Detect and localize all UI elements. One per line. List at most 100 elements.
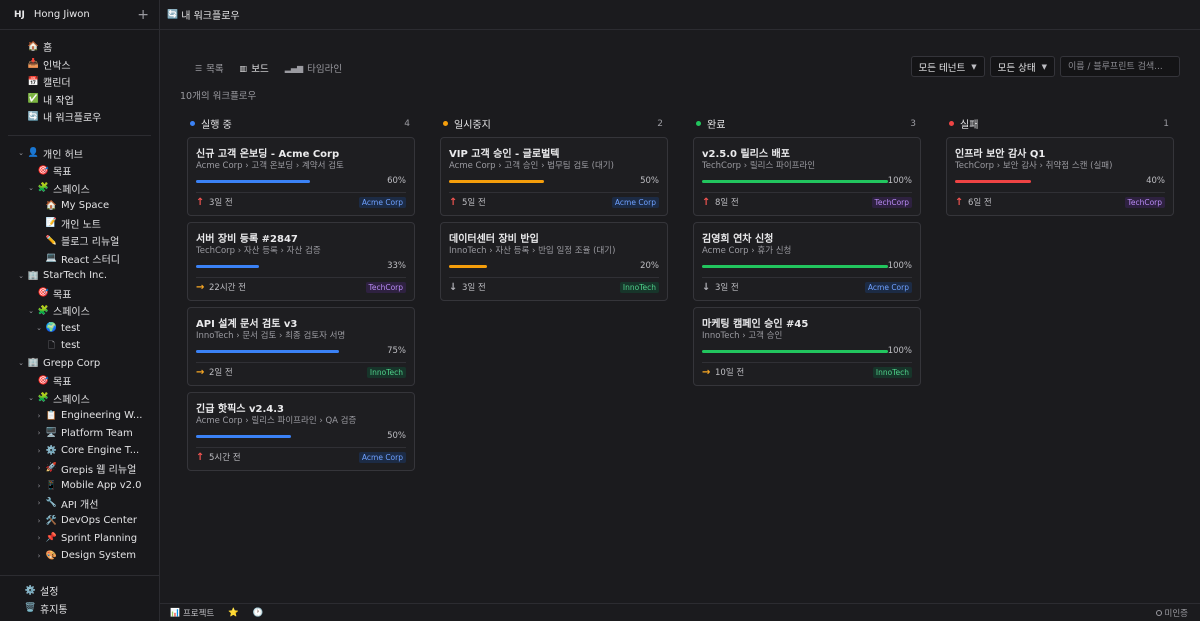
user-icon: 👤 (27, 148, 40, 159)
tree-item-doc[interactable]: 🗋 test (0, 337, 159, 355)
tree-item-space[interactable]: ⌄ 🌍 test (0, 320, 159, 338)
progress-bar (196, 264, 386, 268)
workspace-header[interactable]: HJ Hong Jiwon + (0, 0, 159, 30)
board-column: 일시중지 2 VIP 고객 승인 - 글로벌텍 Acme Corp › 고객 승인 ›… (440, 116, 668, 477)
chevron-right-icon[interactable]: › (35, 499, 43, 507)
chevron-right-icon[interactable]: › (35, 517, 43, 525)
nav-item-label: 인박스 (43, 60, 71, 72)
workflow-card[interactable]: 인프라 보안 감사 Q1 TechCorp › 보안 감사 › 취약점 스캔 (실… (946, 137, 1174, 216)
search-input[interactable] (1060, 56, 1180, 77)
divider (702, 362, 912, 363)
tree-item-space[interactable]: › 🛠️ DevOps Center (0, 512, 159, 530)
tree-item-space[interactable]: › ⚙️ Core Engine T... (0, 442, 159, 460)
card-time: 5시간 전 (209, 453, 241, 463)
tab-list[interactable]: ☰ 목록 (189, 59, 230, 77)
plus-icon[interactable]: + (137, 8, 149, 22)
chevron-right-icon[interactable]: › (35, 482, 43, 490)
chevron-right-icon[interactable]: › (35, 464, 43, 472)
workflow-card[interactable]: API 설계 문서 검토 v3 InnoTech › 문서 검토 › 최종 검토자… (187, 307, 415, 386)
tree-item-space[interactable]: › 🔧 API 개선 (0, 495, 159, 513)
tab-timeline[interactable]: ▂▄▆ 타임라인 (279, 59, 348, 77)
tree-item-space[interactable]: › 🚀 Grepis 웹 리뉴얼 (0, 460, 159, 478)
workflow-card[interactable]: VIP 고객 승인 - 글로벌텍 Acme Corp › 고객 승인 › 법무팀 … (440, 137, 668, 216)
chevron-down-icon[interactable]: ⌄ (27, 394, 35, 402)
tree-item-goals[interactable]: 🎯 목표 (0, 285, 159, 303)
tree-item-space[interactable]: › 📱 Mobile App v2.0 (0, 477, 159, 495)
workflow-card[interactable]: 긴급 핫픽스 v2.4.3 Acme Corp › 릴리스 파이프라인 › QA … (187, 392, 415, 471)
nav-item-trash[interactable]: 🗑️ 휴지통 (0, 600, 159, 618)
tree-item-space[interactable]: 🏠 My Space (0, 197, 159, 215)
card-time: 8일 전 (715, 198, 739, 208)
workflow-card[interactable]: v2.5.0 릴리스 배포 TechCorp › 릴리스 파이프라인 100% ↑ 8일… (693, 137, 921, 216)
tree-item-space[interactable]: › 🖥️ Platform Team (0, 425, 159, 443)
main-content: ☰목록 ▥보드 ▂▄▆타임라인 모든 테넌트▼ 모든 상태▼ 10개의 워크플로… (160, 31, 1200, 603)
column-header: 실패 1 (946, 116, 1174, 131)
tree-item-space[interactable]: › 🎨 Design System (0, 547, 159, 565)
progress-fill (955, 179, 1031, 183)
chevron-right-icon[interactable]: › (35, 429, 43, 437)
tenant-tag: TechCorp (1124, 196, 1165, 208)
progress-bar (702, 179, 888, 183)
tab-board[interactable]: ▥ 보드 (234, 59, 275, 77)
chevron-down-icon[interactable]: ⌄ (17, 359, 25, 367)
progress-bar (449, 179, 639, 183)
nav-item-home[interactable]: 🏠 홈 (0, 38, 159, 56)
tree-item-space[interactable]: › 📋 Engineering W... (0, 407, 159, 425)
tree-item-spaces[interactable]: ⌄ 🧩 스페이스 (0, 180, 159, 198)
priority-arrow-icon: ↑ (955, 196, 964, 208)
nav-item-settings[interactable]: ⚙️ 설정 (0, 582, 159, 600)
star-icon[interactable]: ⭐ (228, 608, 239, 618)
tree-item-grepp[interactable]: ⌄ 🏢 Grepp Corp (0, 355, 159, 373)
tree-item-goals[interactable]: 🎯 목표 (0, 372, 159, 390)
column-count: 3 (910, 118, 916, 129)
nav-item-my-workflows[interactable]: 🔄 내 워크플로우 (0, 108, 159, 126)
tree-item-space[interactable]: 📝 개인 노트 (0, 215, 159, 233)
workflow-card[interactable]: 신규 고객 온보딩 - Acme Corp Acme Corp › 고객 온보딩 … (187, 137, 415, 216)
nav-item-my-tasks[interactable]: ✅ 내 작업 (0, 91, 159, 109)
refresh-icon: 🔄 (167, 9, 179, 20)
chevron-down-icon[interactable]: ⌄ (17, 272, 25, 280)
tree-item-personal-hub[interactable]: ⌄ 👤 개인 허브 (0, 145, 159, 163)
chevron-down-icon[interactable]: ⌄ (27, 184, 35, 192)
nav-item-label: 내 작업 (43, 95, 74, 107)
nav-item-inbox[interactable]: 📥 인박스 (0, 56, 159, 74)
workflow-card[interactable]: 데이터센터 장비 반입 InnoTech › 자산 등록 › 반입 일정 조율 (… (440, 222, 668, 301)
priority-arrow-icon: → (702, 366, 711, 378)
chevron-right-icon[interactable]: › (35, 534, 43, 542)
column-title: 실행 중 (201, 120, 232, 131)
workspace-name[interactable]: Hong Jiwon (34, 9, 137, 20)
calendar-icon: 📅 (27, 76, 40, 87)
nav-item-calendar[interactable]: 📅 캘린더 (0, 73, 159, 91)
progress-percent: 40% (1146, 176, 1165, 186)
progress-percent: 100% (887, 261, 912, 271)
card-breadcrumb: Acme Corp › 릴리스 파이프라인 › QA 검증 (196, 416, 357, 426)
chevron-down-icon[interactable]: ⌄ (35, 324, 43, 332)
tenant-tag: InnoTech (872, 366, 912, 378)
main-nav: 🏠 홈 📥 인박스 📅 캘린더 ✅ 내 작업 🔄 내 워크플로우 (0, 30, 159, 126)
chevron-right-icon[interactable]: › (35, 412, 43, 420)
tree-item-startech[interactable]: ⌄ 🏢 StarTech Inc. (0, 267, 159, 285)
progress-percent: 100% (887, 176, 912, 186)
chevron-down-icon[interactable]: ⌄ (17, 149, 25, 157)
priority-arrow-icon: ↑ (449, 196, 458, 208)
workflow-card[interactable]: 서버 장비 등록 #2847 TechCorp › 자산 등록 › 자산 검증 33… (187, 222, 415, 301)
tenant-select[interactable]: 모든 테넌트 ▼ (910, 56, 985, 77)
tree-item-spaces[interactable]: ⌄ 🧩 스페이스 (0, 302, 159, 320)
chevron-down-icon[interactable]: ⌄ (27, 307, 35, 315)
projects-button[interactable]: 📊 프로젝트 (170, 607, 214, 619)
workflow-card[interactable]: 마케팅 캠페인 승인 #45 InnoTech › 고객 승인 100% → 10일 전… (693, 307, 921, 386)
clock-icon[interactable]: 🕐 (253, 608, 264, 618)
chevron-right-icon[interactable]: › (35, 447, 43, 455)
tree-item-space[interactable]: ✏️ 블로그 리뉴얼 (0, 232, 159, 250)
divider (702, 277, 912, 278)
tree-item-space[interactable]: › 📌 Sprint Planning (0, 530, 159, 548)
tenant-tag: Acme Corp (358, 451, 406, 463)
status-select[interactable]: 모든 상태 ▼ (989, 56, 1055, 77)
chevron-right-icon[interactable]: › (35, 552, 43, 560)
divider (702, 192, 912, 193)
divider (955, 192, 1165, 193)
tree-item-goals[interactable]: 🎯 목표 (0, 162, 159, 180)
tree-item-spaces[interactable]: ⌄ 🧩 스페이스 (0, 390, 159, 408)
tree-item-space[interactable]: 💻 React 스터디 (0, 250, 159, 268)
workflow-card[interactable]: 김영희 연차 신청 Acme Corp › 휴가 신청 100% ↓ 3일 전 Acme … (693, 222, 921, 301)
